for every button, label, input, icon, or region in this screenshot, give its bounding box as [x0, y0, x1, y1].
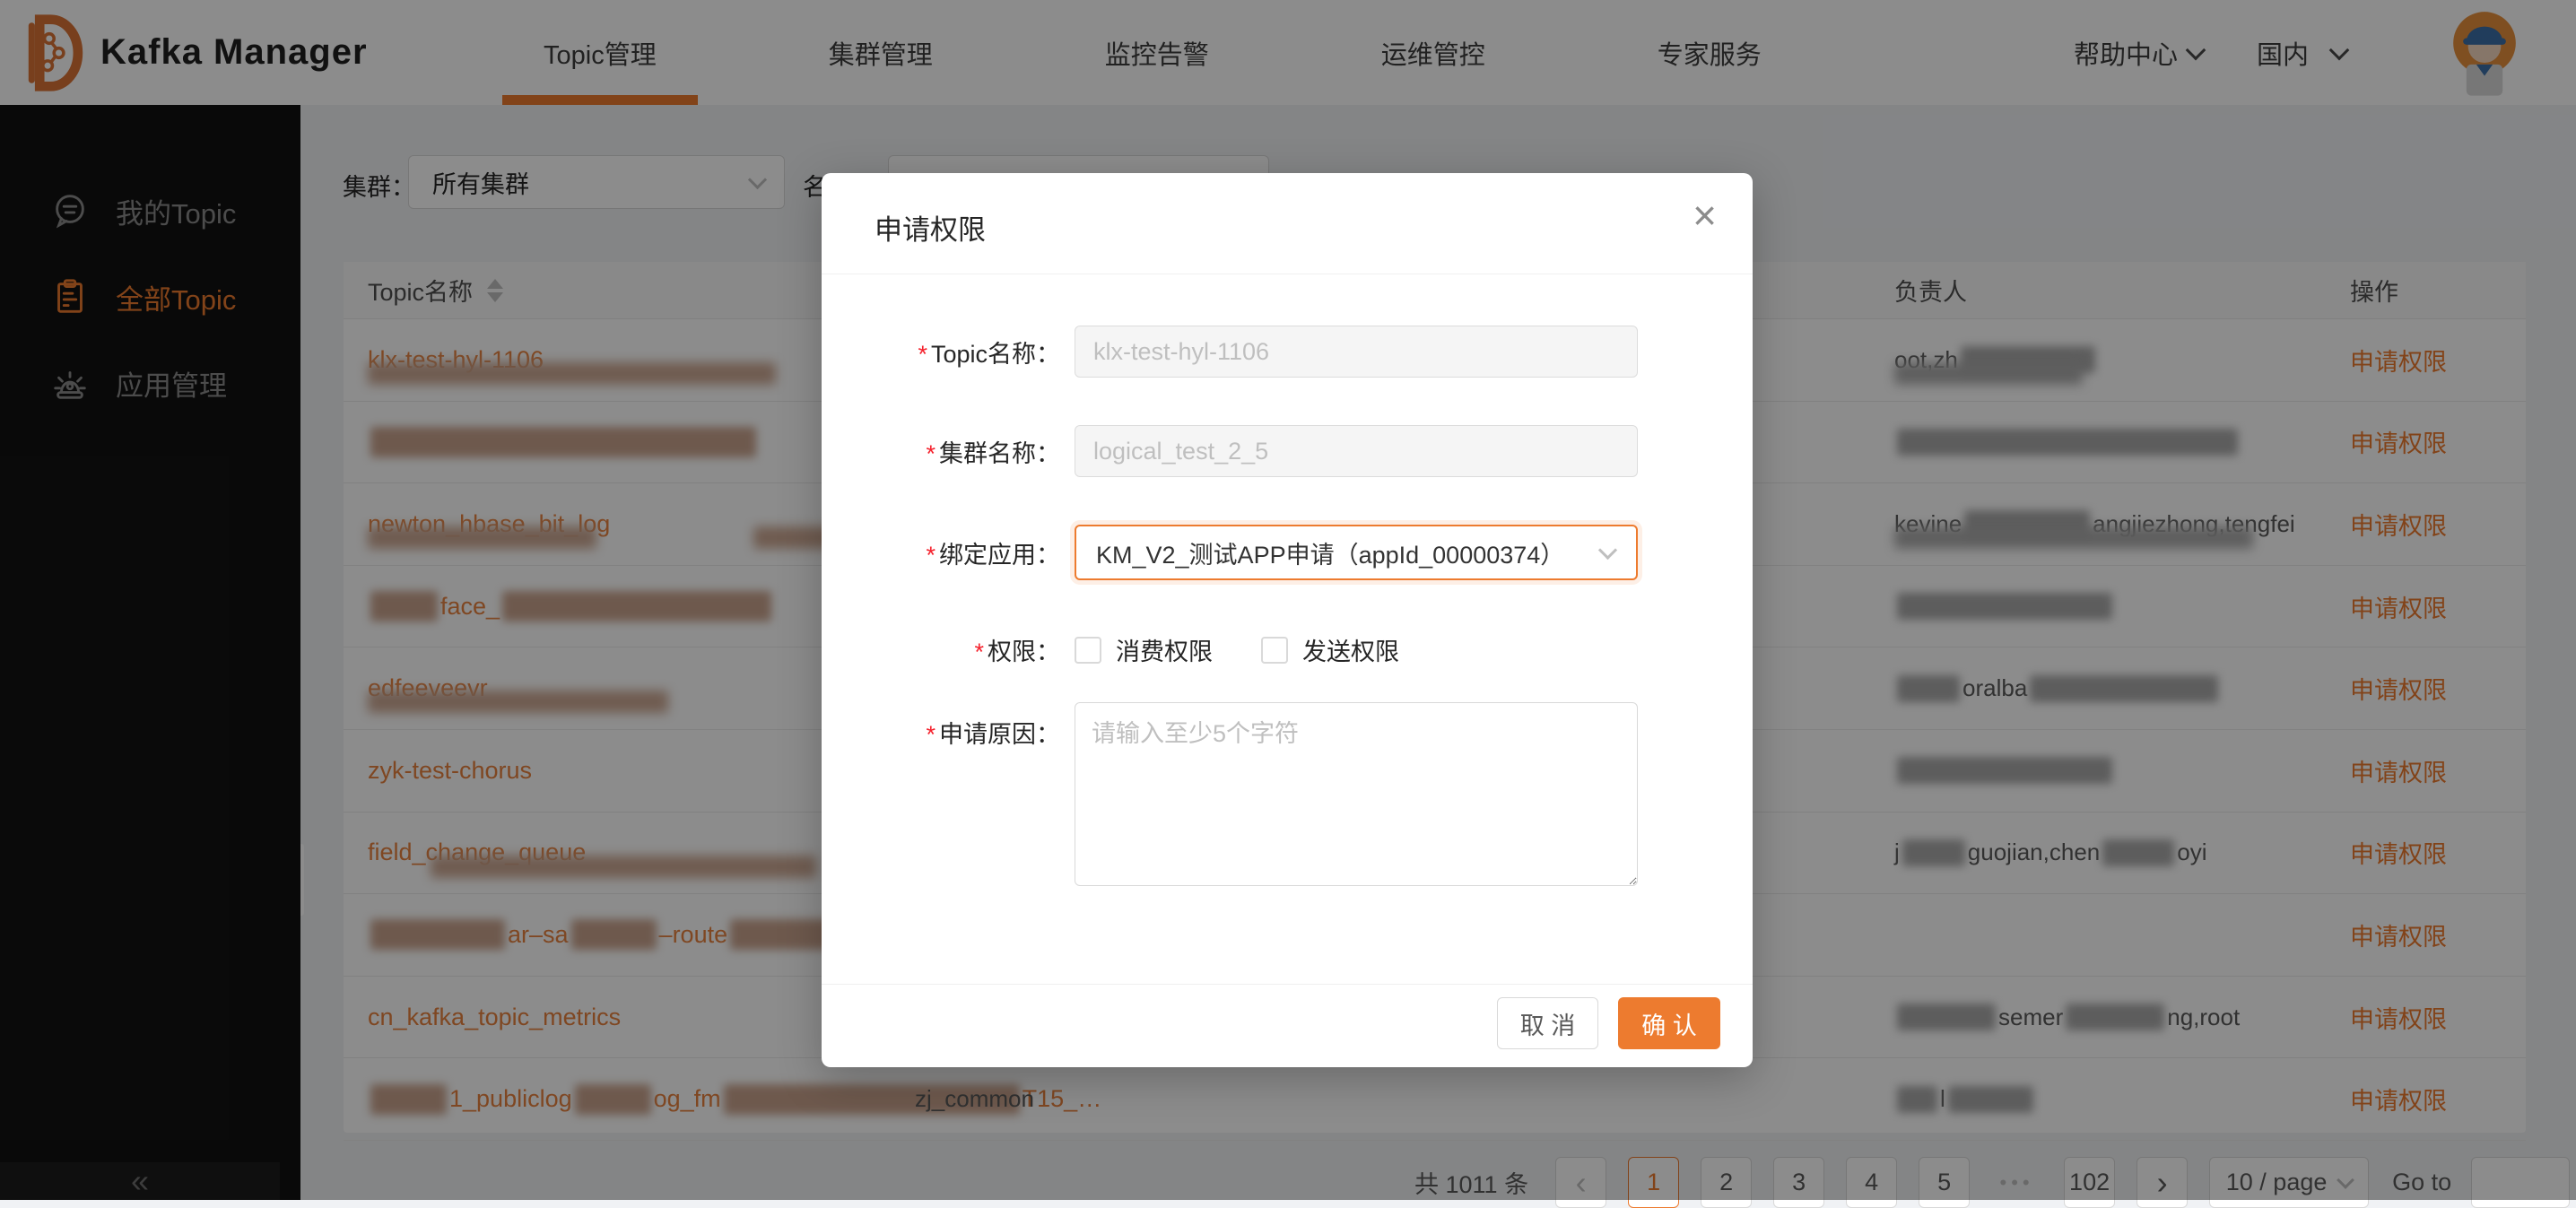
required-asterisk: * — [918, 341, 927, 368]
bind-app-select[interactable]: KM_V2_测试APP申请（appId_00000374） — [1075, 525, 1638, 580]
chevron-down-icon — [1598, 540, 1617, 559]
confirm-button[interactable]: 确 认 — [1618, 997, 1720, 1049]
checkbox-unchecked[interactable] — [1075, 637, 1101, 664]
permission-option[interactable]: 消费权限 — [1075, 632, 1213, 667]
close-icon[interactable]: × — [1693, 195, 1717, 236]
bind-app-label: *绑定应用： — [822, 535, 1067, 570]
permission-option[interactable]: 发送权限 — [1261, 632, 1399, 667]
checkbox-unchecked[interactable] — [1261, 637, 1288, 664]
topic-name-input — [1075, 326, 1638, 378]
apply-reason-label: *申请原因： — [822, 702, 1067, 750]
topic-name-label: *Topic名称： — [822, 335, 1067, 369]
checkbox-label: 发送权限 — [1302, 632, 1399, 667]
required-asterisk: * — [926, 440, 936, 467]
apply-permission-modal: 申请权限 × *Topic名称： *集群名称： *绑定应用： KM_V2_测试A… — [822, 173, 1753, 1067]
permission-checkbox-group: 消费权限 发送权限 — [1075, 632, 1448, 667]
cluster-name-input — [1075, 425, 1638, 477]
modal-title: 申请权限 — [875, 207, 986, 248]
required-asterisk: * — [926, 542, 936, 569]
checkbox-label: 消费权限 — [1116, 632, 1213, 667]
cluster-name-label: *集群名称： — [822, 434, 1067, 469]
cancel-button[interactable]: 取 消 — [1497, 997, 1598, 1049]
required-asterisk: * — [974, 639, 984, 665]
permission-label: *权限： — [822, 632, 1067, 667]
apply-reason-textarea[interactable] — [1075, 702, 1638, 886]
required-asterisk: * — [926, 721, 936, 748]
